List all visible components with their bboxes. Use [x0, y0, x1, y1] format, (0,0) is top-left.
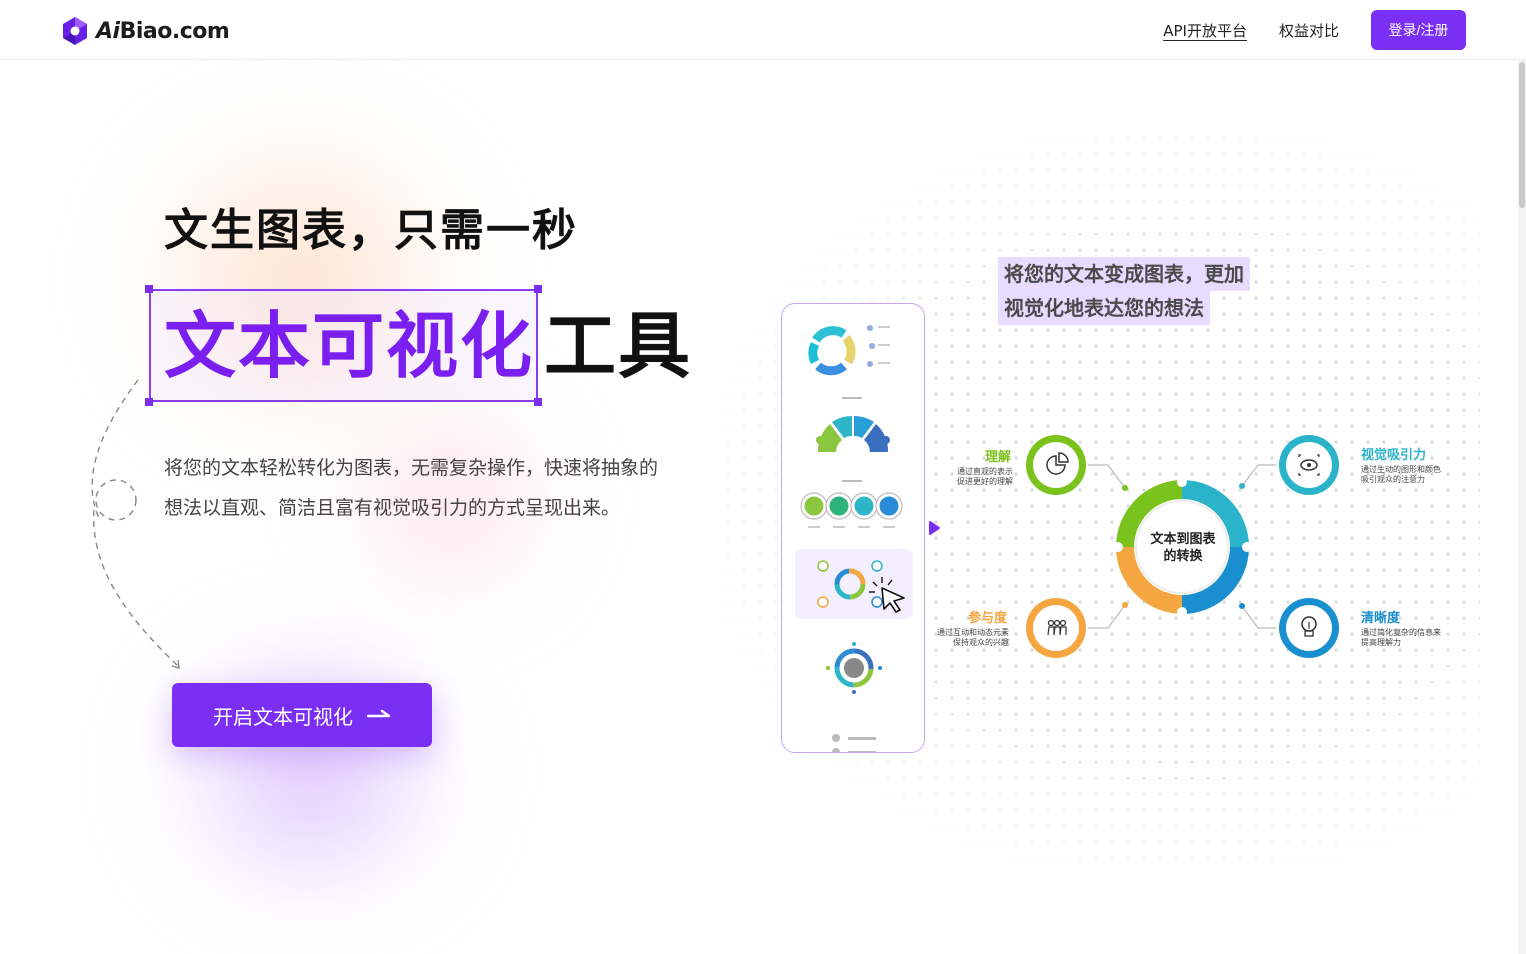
site-logo[interactable]: AiBiao.com	[60, 16, 230, 46]
item-desc-line: 通过直观的表示	[957, 467, 1013, 476]
hero-desc-line: 想法以直观、简洁且富有视觉吸引力的方式呈现出来。	[164, 497, 621, 519]
illustration-quote: 将您的文本变成图表，更加 视觉化地表达您的想法	[998, 257, 1250, 325]
template-thumb-donut-selected	[817, 560, 883, 608]
item-desc-line: 通过生动的图形和颜色	[1361, 465, 1441, 474]
visual-appeal-icon	[1279, 435, 1339, 495]
item-title-understanding: 理解	[985, 450, 1012, 465]
item-title-visual-appeal: 视觉吸引力	[1361, 448, 1427, 463]
item-title-engagement: 参与度	[968, 611, 1008, 626]
hero-title: 文生图表，只需一秒	[164, 205, 578, 256]
template-thumb-ring	[826, 642, 882, 694]
quote-line: 将您的文本变成图表，更加	[998, 257, 1250, 291]
logo-icon	[63, 17, 87, 45]
item-desc-understanding: 通过直观的表示 促进更好的理解	[947, 467, 1013, 487]
item-desc-clarity: 通过简化复杂的信息来 提高理解力	[1361, 628, 1461, 648]
item-desc-visual-appeal: 通过生动的图形和颜色 吸引观众的注意力	[1361, 465, 1461, 485]
selection-handle	[534, 398, 542, 406]
top-nav: API开放平台 权益对比 登录/注册	[1163, 10, 1466, 50]
item-desc-line: 通过简化复杂的信息来	[1361, 628, 1441, 637]
login-register-button[interactable]: 登录/注册	[1371, 10, 1466, 50]
item-desc-line: 吸引观众的注意力	[1361, 475, 1425, 484]
template-thumb-circles	[800, 492, 903, 528]
nav-api-platform[interactable]: API开放平台	[1163, 20, 1247, 41]
arrow-right-icon	[367, 709, 391, 718]
start-visualization-button[interactable]: 开启文本可视化	[172, 683, 432, 747]
understanding-icon	[1026, 435, 1086, 495]
center-label-line: 的转换	[1163, 549, 1203, 564]
item-desc-engagement: 通过互动和动态元素 保持观众的兴趣	[925, 628, 1009, 648]
dashed-curve-decoration	[91, 379, 180, 669]
quote-line: 视觉化地表达您的想法	[998, 291, 1210, 325]
hero-description: 将您的文本轻松转化为图表，无需复杂操作，快速将抽象的 想法以直观、简洁且富有视觉…	[164, 448, 704, 528]
cta-label: 开启文本可视化	[213, 706, 353, 729]
template-thumbnails	[800, 325, 905, 752]
top-header: AiBiao.com API开放平台 权益对比 登录/注册	[0, 0, 1526, 60]
diagram-center-label: 文本到图表 的转换	[1133, 531, 1233, 565]
logo-text: AiBiao.com	[96, 18, 230, 44]
item-desc-line: 通过互动和动态元素	[937, 628, 1009, 637]
engagement-icon	[1026, 598, 1086, 658]
item-desc-line: 保持观众的兴趣	[953, 638, 1009, 647]
scrollbar-thumb[interactable]	[1519, 62, 1525, 208]
clarity-icon	[1279, 598, 1339, 658]
center-label-line: 文本到图表	[1150, 532, 1216, 547]
template-list-panel	[781, 303, 925, 753]
selection-handle	[145, 285, 153, 293]
item-desc-line: 促进更好的理解	[957, 477, 1013, 486]
item-desc-line: 提高理解力	[1361, 638, 1401, 647]
nav-benefits-compare[interactable]: 权益对比	[1279, 20, 1339, 41]
hero-highlight-text: 文本可视化	[164, 304, 535, 388]
template-thumb-cycle	[808, 325, 890, 376]
hero-suffix-text: 工具	[544, 304, 693, 388]
template-thumb-fan	[816, 415, 890, 452]
selection-handle	[534, 285, 542, 293]
item-title-clarity: 清晰度	[1361, 611, 1401, 626]
hero-desc-line: 将您的文本轻松转化为图表，无需复杂操作，快速将抽象的	[164, 457, 659, 479]
